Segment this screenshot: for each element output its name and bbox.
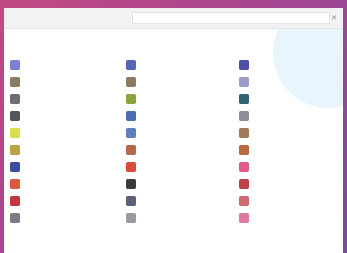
app-item[interactable]: [239, 158, 343, 175]
app-icon: [10, 161, 20, 172]
app-item[interactable]: [126, 124, 239, 141]
app-icon: [126, 76, 136, 87]
app-icon: [239, 144, 249, 155]
app-item[interactable]: [10, 158, 126, 175]
feather-app-icon: [10, 76, 20, 87]
close-icon[interactable]: ✕: [329, 12, 339, 24]
app-item[interactable]: [10, 124, 126, 141]
app-item[interactable]: [10, 141, 126, 158]
app-icon: [126, 212, 136, 223]
app-item[interactable]: [239, 107, 343, 124]
app-item[interactable]: [239, 175, 343, 192]
app-column-2: [126, 56, 239, 226]
app-item[interactable]: [126, 192, 239, 209]
app-item[interactable]: [10, 90, 126, 107]
search-bar: ✕: [4, 8, 343, 29]
app-icon: [126, 93, 136, 104]
section-heading: [4, 31, 343, 43]
app-item[interactable]: [10, 209, 126, 226]
app-item[interactable]: [10, 56, 126, 73]
app-icon: [10, 93, 20, 104]
app-item[interactable]: [126, 158, 239, 175]
app-item[interactable]: [239, 56, 343, 73]
app-item[interactable]: [10, 175, 126, 192]
app-column-3: [239, 56, 343, 226]
app-item[interactable]: [126, 90, 239, 107]
app-item[interactable]: [126, 141, 239, 158]
app-icon: [239, 178, 249, 189]
app-icon: [10, 212, 20, 223]
app-launcher-window: ✕: [4, 8, 343, 253]
app-item[interactable]: [10, 192, 126, 209]
app-item[interactable]: [126, 73, 239, 90]
app-icon: [126, 195, 136, 206]
app-icon: [239, 161, 249, 172]
search-input[interactable]: [132, 12, 330, 24]
app-item[interactable]: [10, 107, 126, 124]
app-icon: [239, 93, 249, 104]
app-icon: [126, 161, 136, 172]
app-icon: [10, 144, 20, 155]
app-item[interactable]: [239, 73, 343, 90]
app-icon: [239, 212, 249, 223]
app-item[interactable]: [126, 107, 239, 124]
app-icon: [126, 59, 136, 70]
app-icon: [10, 195, 20, 206]
app-icon: [239, 127, 249, 138]
app-item[interactable]: [239, 209, 343, 226]
app-icon: [126, 178, 136, 189]
app-icon: [10, 59, 20, 70]
app-icon: [10, 127, 20, 138]
app-icon: [10, 178, 20, 189]
app-item[interactable]: [239, 192, 343, 209]
app-item[interactable]: [126, 175, 239, 192]
app-icon: [239, 195, 249, 206]
app-column-1: [10, 56, 126, 226]
app-item[interactable]: [239, 141, 343, 158]
app-grid: [10, 56, 337, 226]
app-icon: [239, 110, 249, 121]
app-item[interactable]: [239, 124, 343, 141]
app-item[interactable]: [126, 209, 239, 226]
app-icon: [126, 127, 136, 138]
app-item[interactable]: [126, 56, 239, 73]
app-icon: [10, 110, 20, 121]
app-item[interactable]: [10, 73, 126, 90]
app-icon: [239, 59, 249, 70]
app-icon: [126, 144, 136, 155]
app-icon: [239, 76, 249, 87]
app-icon: [126, 110, 136, 121]
app-item[interactable]: [239, 90, 343, 107]
